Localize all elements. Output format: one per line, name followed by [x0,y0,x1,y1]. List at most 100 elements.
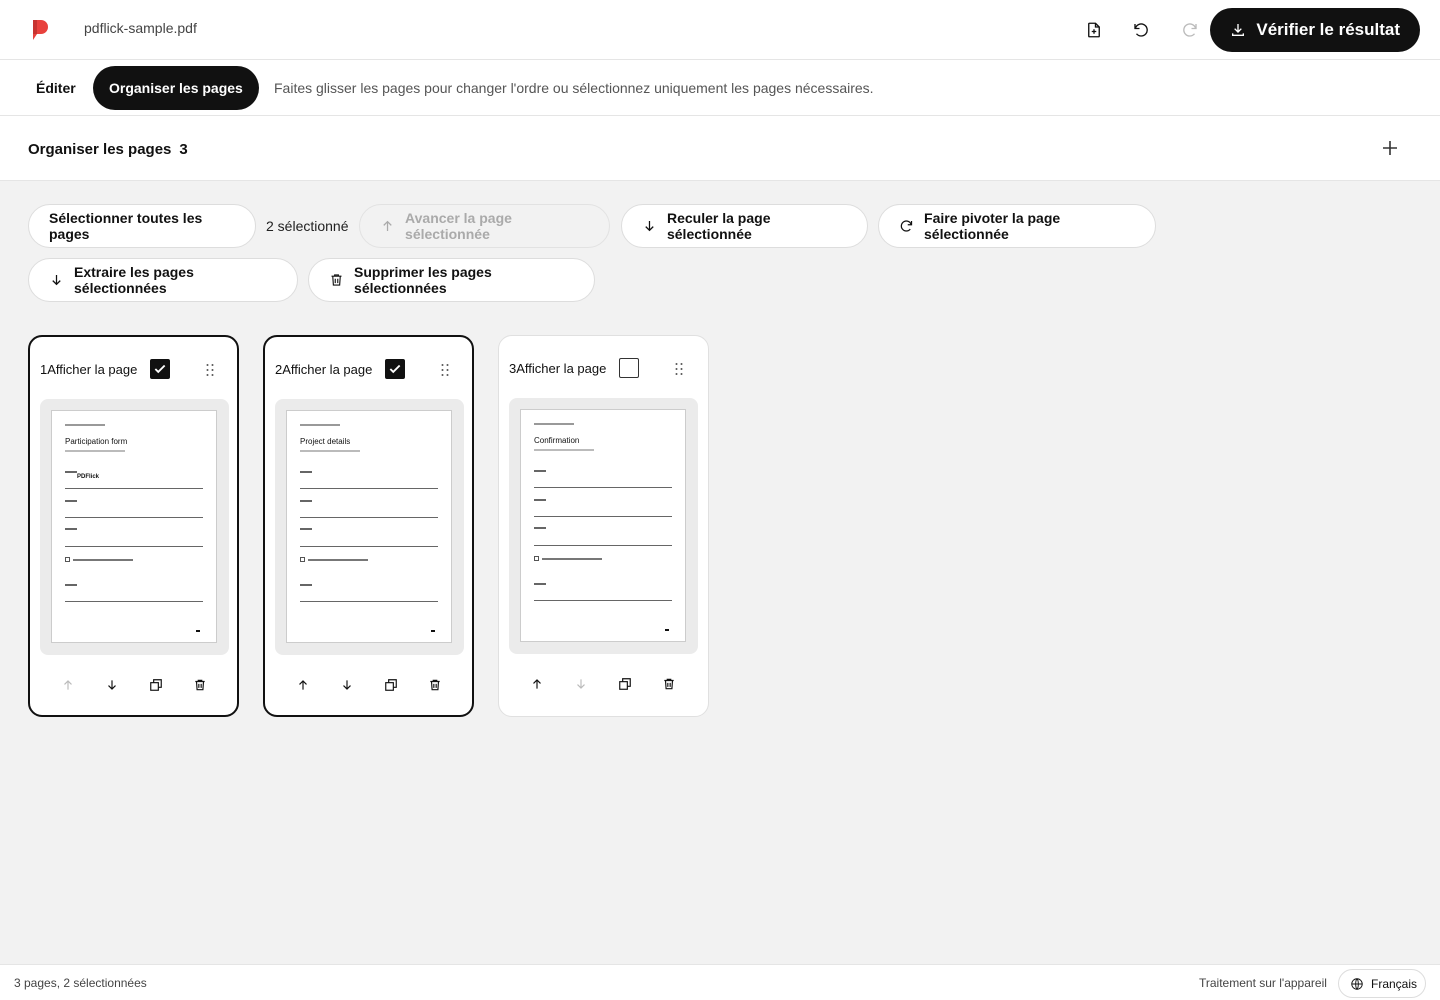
preview-page-marker [431,630,435,632]
tab-organize-pages[interactable]: Organiser les pages [93,66,259,110]
delete-page-icon[interactable] [190,675,210,695]
preview-subtitle-line [65,450,125,452]
preview-field-label [65,584,77,586]
preview-field-label [300,584,312,586]
verify-result-label: Vérifier le résultat [1256,20,1400,39]
page-thumbnail[interactable]: Project details [275,399,464,655]
duplicate-icon[interactable] [146,675,166,695]
move-up-icon[interactable] [293,675,313,695]
preview-field-label [65,528,77,530]
page-card-header: 2Afficher la page [275,359,462,381]
section-title-label: Organiser les pages [28,141,172,158]
page-card-header: 1Afficher la page [40,359,227,381]
preview-field-line [65,488,203,489]
page-preview: Project details [286,410,452,643]
drag-handle-icon[interactable] [202,362,218,378]
selected-count: 2 sélectionné [266,218,349,234]
preview-field-line [65,546,203,547]
preview-subtitle-line [300,450,360,452]
preview-field-line [534,487,672,488]
preview-title: Participation form [65,437,128,446]
trash-icon [331,274,342,286]
page-card-header: 3Afficher la page [509,358,698,380]
language-selector[interactable]: Français [1338,969,1426,998]
preview-field-line [534,516,672,517]
view-page-label[interactable]: 3Afficher la page [509,361,606,376]
preview-checkbox [534,556,539,561]
page-card[interactable]: 2Afficher la page Project details [263,335,474,717]
preview-title: Confirmation [534,436,580,445]
move-forward-label: Avancer la page sélectionnée [405,210,512,242]
arrow-down-icon [52,274,61,286]
preview-field-label [534,499,546,501]
move-up-icon[interactable] [527,674,547,694]
move-down-icon[interactable] [571,674,591,694]
preview-field-label [300,471,312,473]
redo-icon[interactable] [1178,18,1202,42]
select-all-pages-button[interactable]: Sélectionner toutes les pages [28,204,256,248]
page-select-checkbox[interactable] [385,359,405,379]
section-title: Organiser les pages 3 [28,141,188,158]
preview-field-line [300,601,438,602]
move-forward-button[interactable]: Avancer la page sélectionnée [359,204,610,248]
rotate-icon [900,220,913,232]
drag-handle-icon[interactable] [437,362,453,378]
preview-field-line [534,545,672,546]
page-card-actions [265,675,472,695]
view-page-label[interactable]: 2Afficher la page [275,362,372,377]
undo-icon[interactable] [1129,18,1153,42]
page-card[interactable]: 3Afficher la page Confirmation [498,335,709,717]
extract-label: Extraire les pages sélectionnées [74,264,194,296]
delete-page-icon[interactable] [425,675,445,695]
duplicate-icon[interactable] [381,675,401,695]
preview-title: Project details [300,437,351,446]
preview-field-label [534,583,546,585]
preview-header-line [300,424,340,426]
check-icon [389,364,401,374]
delete-label: Supprimer les pages sélectionnées [354,264,492,296]
rotate-label: Faire pivoter la page sélectionnée [924,210,1061,242]
tab-edit[interactable]: Éditer [20,66,92,110]
file-name: pdflick-sample.pdf [84,20,197,36]
delete-pages-button[interactable]: Supprimer les pages sélectionnées [308,258,595,302]
page-thumbnail[interactable]: Participation form PDFlick [40,399,229,655]
delete-page-icon[interactable] [659,674,679,694]
preview-field-line [65,601,203,602]
preview-checkbox-label [73,559,133,561]
organize-section-header: Organiser les pages 3 [0,116,1440,181]
preview-checkbox [300,557,305,562]
page-select-checkbox[interactable] [150,359,170,379]
move-up-icon[interactable] [58,675,78,695]
verify-result-button[interactable]: Vérifier le résultat [1210,8,1420,52]
drag-handle-icon[interactable] [671,361,687,377]
add-pages-icon[interactable] [1380,138,1400,158]
move-down-icon[interactable] [102,675,122,695]
preview-header-line [65,424,105,426]
rotate-page-button[interactable]: Faire pivoter la page sélectionnée [878,204,1156,248]
duplicate-icon[interactable] [615,674,635,694]
select-all-label: Sélectionner toutes les pages [49,210,203,242]
preview-page-marker [665,629,669,631]
check-icon [154,364,166,374]
extract-pages-button[interactable]: Extraire les pages sélectionnées [28,258,298,302]
preview-checkbox-label [542,558,602,560]
preview-field-label [300,500,312,502]
page-card-actions [30,675,237,695]
language-label: Français [1371,976,1418,991]
preview-field-label [65,500,77,502]
move-back-button[interactable]: Reculer la page sélectionnée [621,204,868,248]
view-page-label[interactable]: 1Afficher la page [40,362,137,377]
page-card[interactable]: 1Afficher la page Participation form PDF… [28,335,239,717]
top-bar: pdflick-sample.pdf Vérifier le résultat [0,0,1440,60]
page-preview: Confirmation [520,409,686,642]
move-down-icon[interactable] [337,675,357,695]
preview-page-marker [196,630,200,632]
preview-field-line [534,600,672,601]
arrow-up-icon [383,220,392,232]
app-logo-icon[interactable] [28,18,52,42]
add-file-icon[interactable] [1082,18,1106,42]
preview-field-line [65,517,203,518]
page-thumbnail[interactable]: Confirmation [509,398,698,654]
preview-subtitle-line [534,449,594,451]
page-select-checkbox[interactable] [619,358,639,378]
